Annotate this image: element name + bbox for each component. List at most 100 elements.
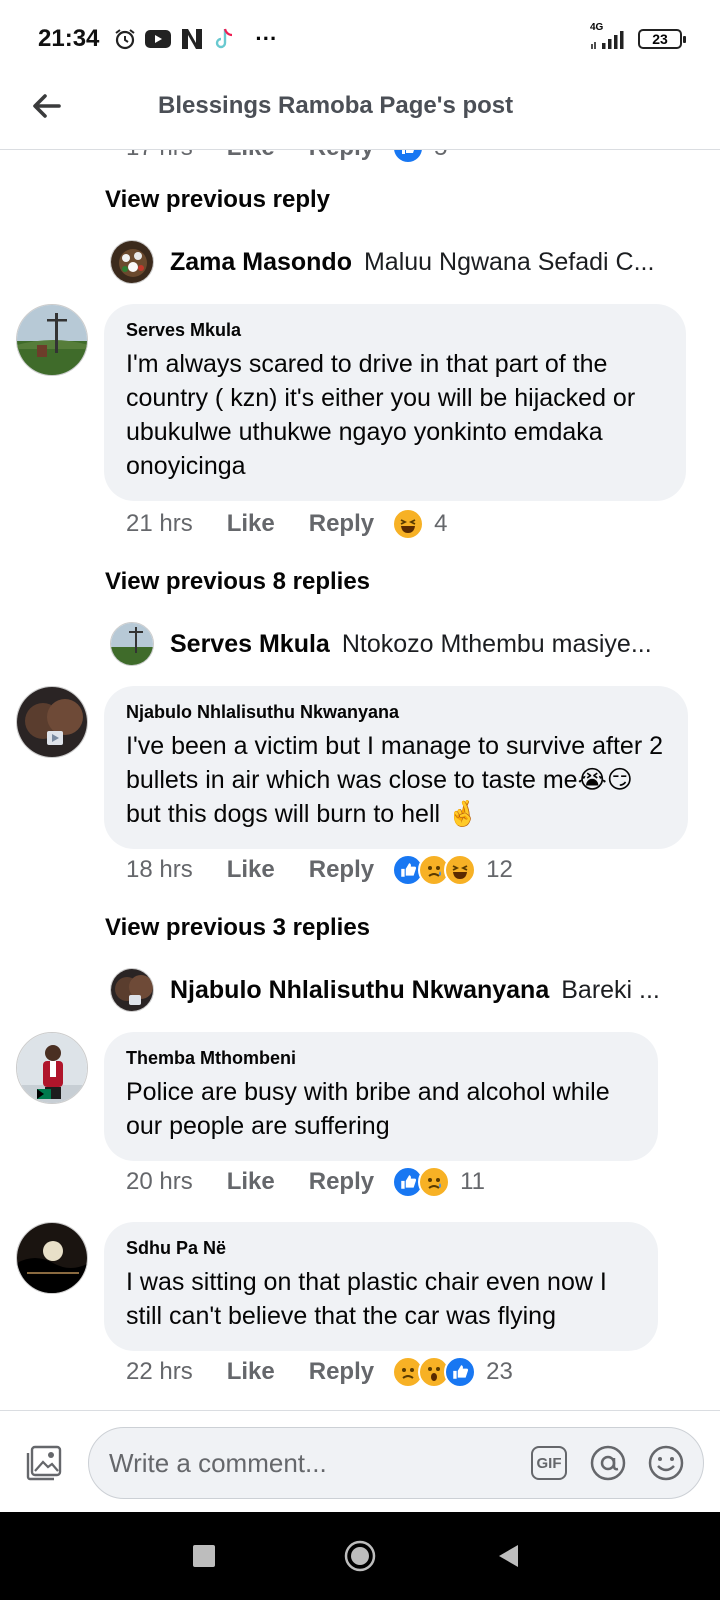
reply-button[interactable]: Reply xyxy=(309,1168,374,1196)
comment-author[interactable]: Themba Mthombeni xyxy=(126,1048,636,1069)
comment-time: 20 hrs xyxy=(126,1168,193,1195)
like-button[interactable]: Like xyxy=(227,1168,275,1196)
reply-button[interactable]: Reply xyxy=(309,510,374,538)
mention-button[interactable] xyxy=(589,1444,627,1482)
home-circle-icon xyxy=(344,1540,376,1572)
home-button[interactable] xyxy=(342,1538,378,1574)
comment-author[interactable]: Sdhu Pa Në xyxy=(126,1238,636,1259)
avatar[interactable] xyxy=(16,1222,88,1294)
like-button[interactable]: Like xyxy=(227,856,275,884)
reply-preview[interactable]: Njabulo Nhlalisuthu Nkwanyana Bareki ... xyxy=(110,968,660,1012)
reply-button[interactable]: Reply xyxy=(309,856,374,884)
avatar[interactable] xyxy=(110,968,154,1012)
comment-time: 18 hrs xyxy=(126,856,193,883)
comment-text: I'm always scared to drive in that part … xyxy=(126,350,636,480)
comment-meta: 20 hrs Like Reply 11 xyxy=(126,1166,485,1198)
view-previous-replies[interactable]: View previous 3 replies xyxy=(105,914,370,942)
like-reaction-icon xyxy=(392,150,425,164)
emoji-button[interactable] xyxy=(647,1444,685,1482)
reaction-count: 11 xyxy=(460,1168,486,1195)
reactions[interactable] xyxy=(392,508,425,540)
comment-time: 22 hrs xyxy=(126,1358,193,1385)
reactions[interactable] xyxy=(392,1166,451,1198)
page-title: Blessings Ramoba Page's post xyxy=(158,92,514,119)
comment-input[interactable]: Write a comment... xyxy=(109,1448,327,1479)
reply-snippet: Bareki ... xyxy=(561,975,660,1004)
post-header: Blessings Ramoba Page's post xyxy=(0,78,720,150)
reaction-count: 4 xyxy=(434,510,448,537)
comment-author[interactable]: Njabulo Nhlalisuthu Nkwanyana xyxy=(126,702,666,723)
photo-icon xyxy=(26,1445,62,1481)
reply-snippet: Ntokozo Mthembu masiye... xyxy=(341,629,652,658)
signal-icon: 4G xyxy=(588,22,628,50)
sad-reaction-icon xyxy=(418,1166,451,1198)
reaction-count: 23 xyxy=(486,1358,513,1385)
reactions[interactable] xyxy=(392,854,477,886)
status-right: 4G 23 xyxy=(588,22,686,50)
gif-button[interactable]: GIF xyxy=(531,1446,567,1480)
square-icon xyxy=(193,1545,215,1567)
reaction-count: 5 xyxy=(434,150,447,162)
comment-feed[interactable]: 17 hrs Like Reply 5 View previous reply … xyxy=(0,150,720,1410)
alarm-icon xyxy=(113,27,137,51)
network-type: 4G xyxy=(590,22,604,33)
photo-button[interactable] xyxy=(24,1443,64,1483)
comment-composer: Write a comment... GIF xyxy=(0,1410,720,1512)
status-time: 21:34 xyxy=(38,25,100,52)
comment-text: I've been a victim but I manage to survi… xyxy=(126,732,663,828)
avatar[interactable] xyxy=(110,240,154,284)
reply-preview[interactable]: Serves Mkula Ntokozo Mthembu masiye... xyxy=(110,622,652,666)
haha-reaction-icon xyxy=(444,854,477,886)
like-button[interactable]: Like xyxy=(227,150,275,162)
haha-reaction-icon xyxy=(392,508,425,540)
back-arrow-icon xyxy=(33,94,61,118)
avatar[interactable] xyxy=(16,1032,88,1104)
reply-snippet: Maluu Ngwana Sefadi C... xyxy=(363,247,655,276)
battery-icon: 23 xyxy=(638,29,686,49)
avatar[interactable] xyxy=(16,686,88,758)
back-triangle-icon xyxy=(499,1545,518,1567)
back-button[interactable] xyxy=(26,86,66,126)
reactions[interactable] xyxy=(392,1356,477,1388)
comment-text: Police are busy with bribe and alcohol w… xyxy=(126,1078,610,1140)
netflix-icon xyxy=(179,27,205,51)
smiley-icon xyxy=(648,1445,684,1481)
reply-preview[interactable]: Zama Masondo Maluu Ngwana Sefadi C... xyxy=(110,240,654,284)
comment-input-box[interactable]: Write a comment... GIF xyxy=(88,1427,704,1499)
notification-icons: ··· xyxy=(113,26,277,52)
comment-meta: 18 hrs Like Reply 12 xyxy=(126,854,513,886)
reactions[interactable] xyxy=(392,150,425,164)
recents-button[interactable] xyxy=(186,1538,222,1574)
avatar[interactable] xyxy=(110,622,154,666)
comment-meta: 21 hrs Like Reply 4 xyxy=(126,508,447,540)
like-button[interactable]: Like xyxy=(227,1358,275,1386)
more-notifications-icon: ··· xyxy=(255,26,278,51)
like-button[interactable]: Like xyxy=(227,510,275,538)
reaction-count: 12 xyxy=(486,856,513,883)
reply-button[interactable]: Reply xyxy=(309,1358,374,1386)
reply-author[interactable]: Serves Mkula xyxy=(170,630,330,659)
avatar[interactable] xyxy=(16,304,88,376)
reply-author[interactable]: Zama Masondo xyxy=(170,248,352,277)
like-reaction-icon xyxy=(444,1356,477,1388)
comment-bubble[interactable]: Themba Mthombeni Police are busy with br… xyxy=(104,1032,658,1161)
comment-bubble[interactable]: Serves Mkula I'm always scared to drive … xyxy=(104,304,686,501)
youtube-icon xyxy=(145,29,172,49)
reply-button[interactable]: Reply xyxy=(309,150,374,162)
comment-time: 17 hrs xyxy=(126,150,193,162)
comment-meta: 22 hrs Like Reply 23 xyxy=(126,1356,513,1388)
at-sign-icon xyxy=(590,1445,626,1481)
reply-author[interactable]: Njabulo Nhlalisuthu Nkwanyana xyxy=(170,976,549,1005)
status-bar: 21:34 ··· 4G 23 xyxy=(0,0,720,78)
comment-bubble[interactable]: Njabulo Nhlalisuthu Nkwanyana I've been … xyxy=(104,686,688,849)
comment-meta-partial: 17 hrs Like Reply 5 xyxy=(126,150,447,164)
back-nav-button[interactable] xyxy=(490,1538,526,1574)
comment-author[interactable]: Serves Mkula xyxy=(126,320,664,341)
view-previous-replies[interactable]: View previous 8 replies xyxy=(105,568,370,596)
comment-bubble[interactable]: Sdhu Pa Në I was sitting on that plastic… xyxy=(104,1222,658,1351)
view-previous-replies[interactable]: View previous reply xyxy=(105,186,330,214)
android-navigation-bar xyxy=(0,1512,720,1600)
comment-text: I was sitting on that plastic chair even… xyxy=(126,1268,607,1330)
tiktok-icon xyxy=(213,27,235,51)
comment-time: 21 hrs xyxy=(126,510,193,537)
